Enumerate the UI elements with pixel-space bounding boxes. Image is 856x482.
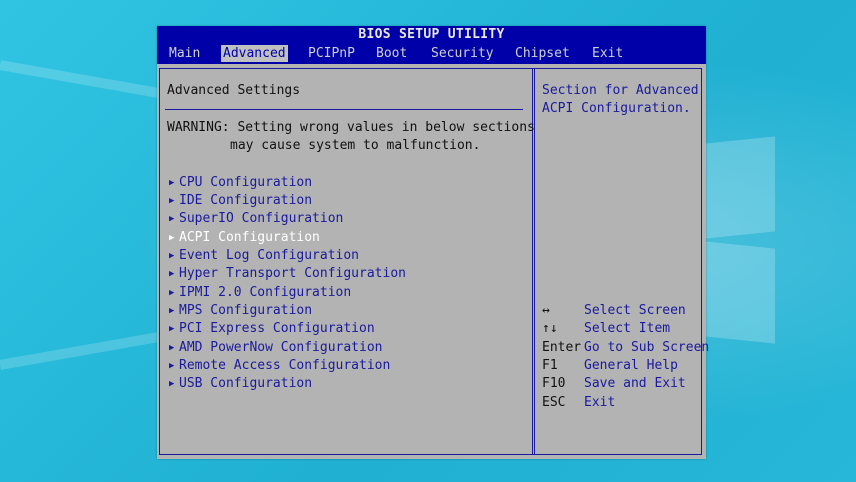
menu-item-event-log[interactable]: ▶ Event Log Configuration [169, 247, 359, 264]
up-down-arrow-icon: ↑↓ [542, 321, 558, 336]
item-arrow-icon: ▶ [169, 196, 175, 206]
bios-window: BIOS SETUP UTILITY Main Advanced PCIPnP … [157, 26, 709, 459]
tab-main[interactable]: Main [167, 45, 202, 62]
menu-item-hyper-transport[interactable]: ▶ Hyper Transport Configuration [169, 265, 406, 282]
item-arrow-icon: ▶ [169, 306, 175, 316]
item-arrow-icon: ▶ [169, 269, 175, 279]
menu-item-ipmi[interactable]: ▶ IPMI 2.0 Configuration [169, 284, 351, 301]
item-arrow-icon: ▶ [169, 324, 175, 334]
help-text-line-1: Section for Advanced [542, 83, 699, 98]
tab-boot[interactable]: Boot [374, 45, 409, 62]
tab-pcipnp[interactable]: PCIPnP [306, 45, 357, 62]
item-arrow-icon: ▶ [169, 214, 175, 224]
window-logo-pane-1 [705, 136, 775, 239]
tab-security[interactable]: Security [429, 45, 496, 62]
menu-item-pci-express[interactable]: ▶ PCI Express Configuration [169, 320, 375, 337]
warning-line-2: may cause system to malfunction. [230, 138, 481, 153]
tab-advanced[interactable]: Advanced [221, 45, 288, 62]
window-logo-pane-2 [705, 241, 775, 344]
menu-item-cpu[interactable]: ▶ CPU Configuration [169, 174, 312, 191]
menu-item-acpi[interactable]: ▶ ACPI Configuration [169, 229, 320, 246]
item-arrow-icon: ▶ [169, 361, 175, 371]
tab-exit[interactable]: Exit [590, 45, 625, 62]
menu-item-superio[interactable]: ▶ SuperIO Configuration [169, 210, 343, 227]
tab-chipset[interactable]: Chipset [513, 45, 572, 62]
section-heading: Advanced Settings [167, 83, 301, 98]
menu-item-remote-access[interactable]: ▶ Remote Access Configuration [169, 357, 390, 374]
item-arrow-icon: ▶ [169, 233, 175, 243]
left-right-arrow-icon: ↔ [542, 303, 550, 318]
item-arrow-icon: ▶ [169, 379, 175, 389]
item-arrow-icon: ▶ [169, 288, 175, 298]
heading-underline [165, 109, 523, 110]
item-arrow-icon: ▶ [169, 343, 175, 353]
help-text-line-2: ACPI Configuration. [542, 101, 691, 116]
menu-bar: Main Advanced PCIPnP Boot Security Chips… [157, 43, 706, 64]
item-arrow-icon: ▶ [169, 178, 175, 188]
item-arrow-icon: ▶ [169, 251, 175, 261]
warning-line-1: WARNING: Setting wrong values in below s… [167, 120, 535, 135]
menu-item-usb[interactable]: ▶ USB Configuration [169, 375, 312, 392]
menu-item-ide[interactable]: ▶ IDE Configuration [169, 192, 312, 209]
bios-title: BIOS SETUP UTILITY [157, 26, 706, 43]
menu-item-amd-powernow[interactable]: ▶ AMD PowerNow Configuration [169, 339, 383, 356]
menu-item-mps[interactable]: ▶ MPS Configuration [169, 302, 312, 319]
